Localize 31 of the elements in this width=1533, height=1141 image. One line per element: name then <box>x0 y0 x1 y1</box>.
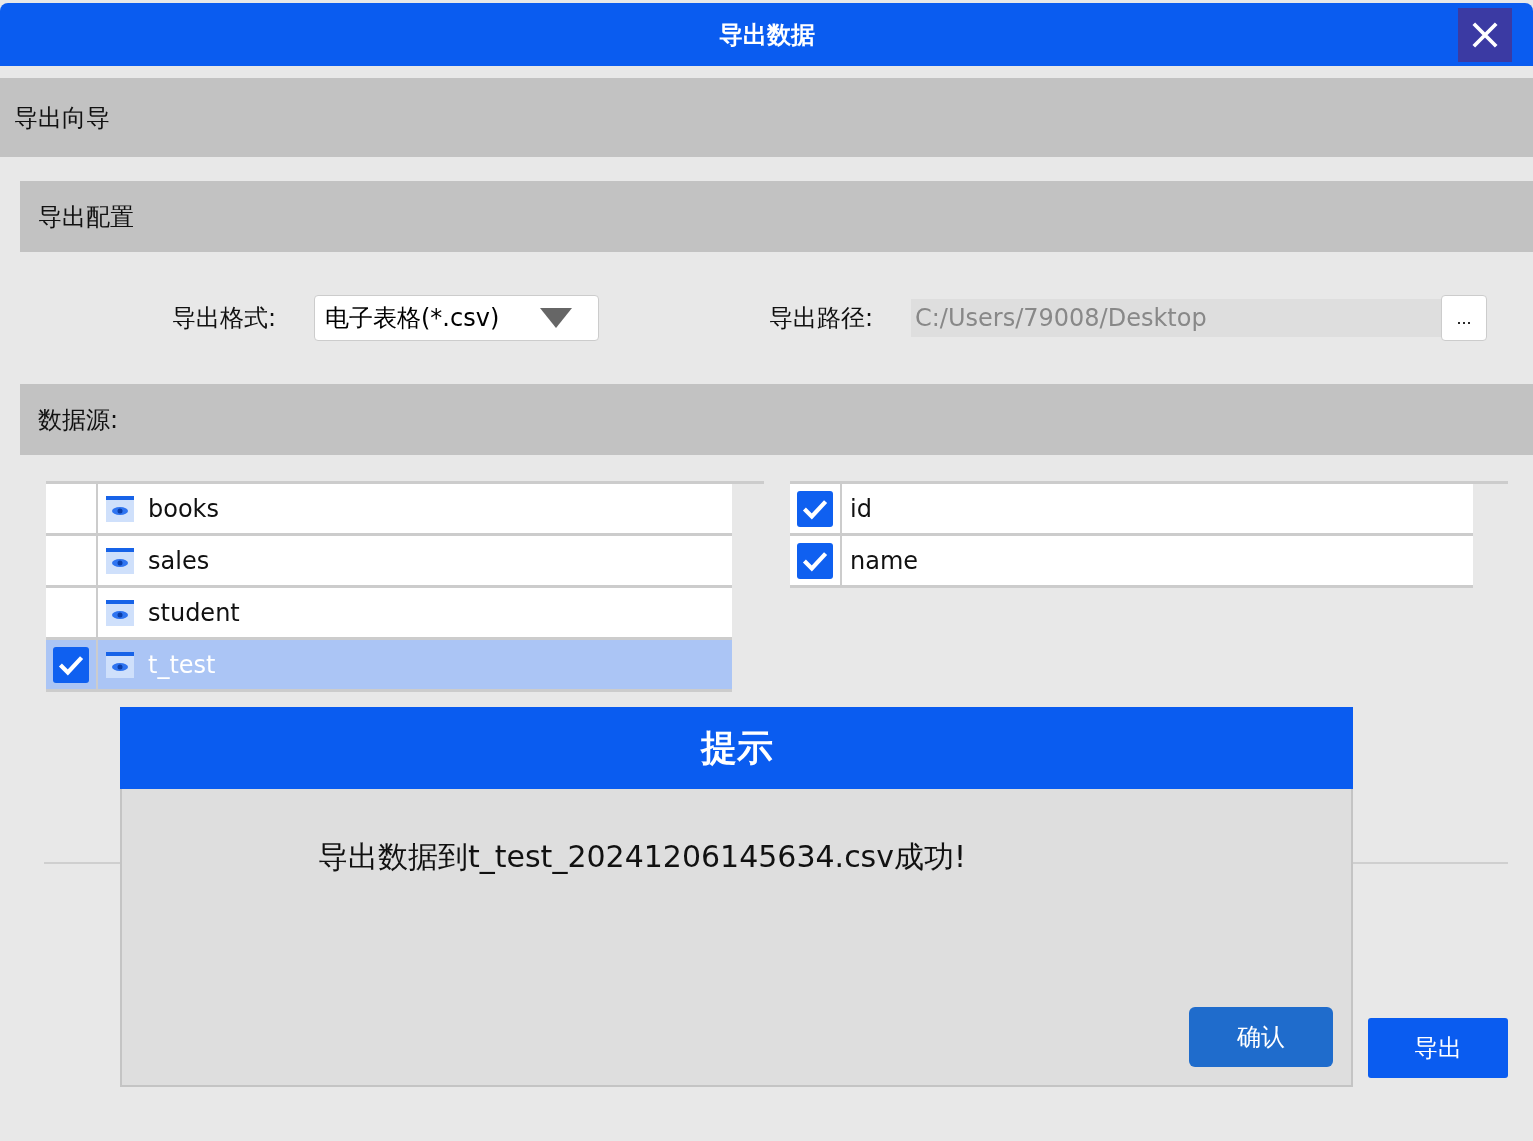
close-icon <box>1471 21 1499 49</box>
table-name: books <box>148 494 219 523</box>
table-icon <box>106 651 134 678</box>
table-row[interactable]: sales <box>46 536 732 588</box>
field-label: 导出格式: <box>172 303 278 334</box>
column-name: name <box>850 546 919 575</box>
table-icon <box>106 547 134 574</box>
checkbox[interactable] <box>53 646 89 683</box>
format-dropdown[interactable]: 电子表格(*.csv) <box>314 295 599 341</box>
table-name: sales <box>148 546 210 575</box>
export-button[interactable]: 导出 <box>1368 1018 1508 1078</box>
message-text: 导出数据到t_test_20241206145634.csv成功! <box>318 838 968 876</box>
section-title: 导出向导 <box>14 102 110 134</box>
table-row[interactable]: books <box>46 484 732 536</box>
section-title: 数据源: <box>38 404 119 436</box>
confirm-button[interactable]: 确认 <box>1189 1007 1333 1067</box>
browse-button[interactable]: ... <box>1441 295 1487 341</box>
dialog-title: 提示 <box>700 725 773 770</box>
column-name: id <box>850 494 872 523</box>
checkbox[interactable] <box>797 542 833 579</box>
field-label: 导出路径: <box>769 303 875 334</box>
caret-icon <box>540 308 572 328</box>
table-icon <box>106 495 134 522</box>
table-name: student <box>148 598 240 627</box>
table-name: t_test <box>148 650 216 679</box>
table-icon <box>106 599 134 626</box>
section-title: 导出配置 <box>38 201 134 233</box>
checkbox[interactable] <box>797 490 833 527</box>
table-row[interactable]: student <box>46 588 732 640</box>
window-title: 导出数据 <box>718 19 815 51</box>
close-button[interactable] <box>1458 8 1512 62</box>
